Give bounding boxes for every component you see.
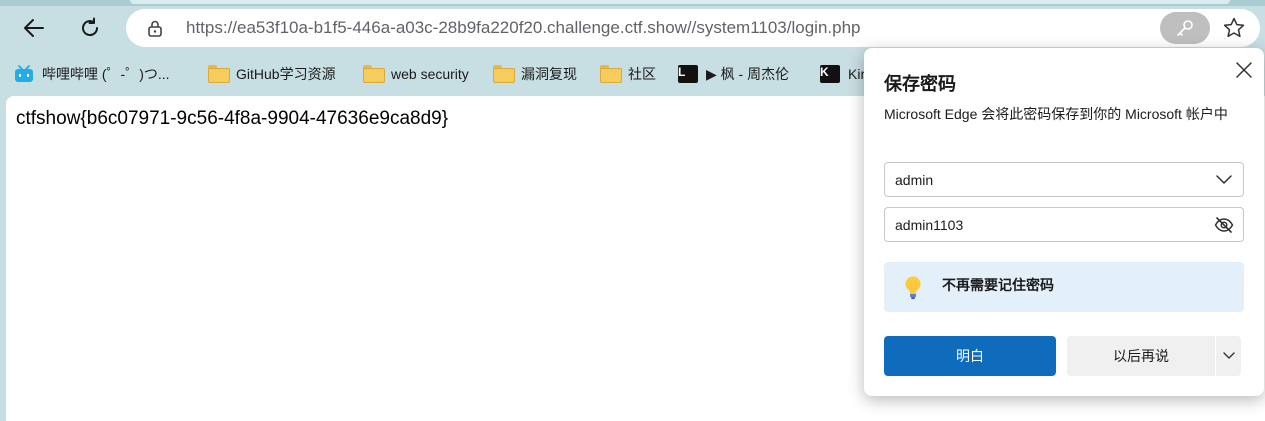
dialog-description: Microsoft Edge 会将此密码保存到你的 Microsoft 帐户中 [884,106,1228,122]
folder-icon [363,65,385,83]
more-options-button[interactable] [1216,336,1241,376]
password-key-button[interactable] [1160,12,1210,44]
address-bar[interactable]: https://ea53f10a-b1f5-446a-a03c-28b9fa22… [126,9,1260,47]
key-icon [1177,20,1193,36]
url-text[interactable]: https://ea53f10a-b1f5-446a-a03c-28b9fa22… [186,18,861,38]
bilibili-icon [15,65,33,82]
bookmark-label: Kir [848,66,866,82]
close-icon [1236,62,1252,78]
back-button[interactable] [16,10,52,46]
bookmark-song[interactable]: L ▶ 枫 - 周杰伦 [678,62,789,86]
bookmark-web-security[interactable]: web security [363,62,469,86]
chevron-down-icon[interactable] [1213,170,1235,190]
lyrics-site-icon: L [678,65,698,83]
close-button[interactable] [1232,58,1256,82]
password-field[interactable]: admin1103 [884,207,1244,242]
bookmark-label: ▶ 枫 - 周杰伦 [706,66,790,82]
bookmark-label: 漏洞复现 [521,66,577,82]
bookmark-label: 哔哩哔哩 (゜-゜)つ... [42,66,170,82]
k-site-icon: K [820,65,840,83]
refresh-icon [82,17,99,37]
username-select[interactable]: admin [884,162,1244,197]
tip-text: 不再需要记住密码 [942,277,1054,293]
bookmark-vuln-reproduction[interactable]: 漏洞复现 [493,62,577,86]
bookmark-label: GitHub学习资源 [236,66,336,82]
password-value: admin1103 [895,217,964,233]
folder-icon [600,65,622,83]
folder-icon [493,65,515,83]
refresh-button[interactable] [72,10,108,46]
bookmark-github-resources[interactable]: GitHub学习资源 [208,62,336,86]
hide-password-icon[interactable] [1213,215,1235,235]
active-tab-edge [130,0,1230,4]
username-value: admin [895,172,934,188]
bookmark-label: web security [391,66,469,82]
lock-icon[interactable] [146,19,164,37]
not-now-button[interactable]: 以后再说 [1067,336,1215,376]
dialog-title: 保存密码 [884,74,956,94]
favorite-star-icon[interactable] [1222,16,1246,40]
bookmark-label: 社区 [628,66,656,82]
lightbulb-icon [905,276,921,299]
save-password-dialog: 保存密码 Microsoft Edge 会将此密码保存到你的 Microsoft… [864,48,1264,396]
tip-banner: 不再需要记住密码 [884,262,1244,312]
arrow-left-icon [24,19,44,37]
bookmark-kir[interactable]: K Kir [820,62,865,86]
bookmark-community[interactable]: 社区 [600,62,656,86]
browser-toolbar: https://ea53f10a-b1f5-446a-a03c-28b9fa22… [0,6,1265,52]
folder-icon [208,65,230,83]
chevron-down-icon [1222,352,1235,359]
bookmark-bilibili[interactable]: 哔哩哔哩 (゜-゜)つ... [14,62,170,86]
got-it-button[interactable]: 明白 [884,336,1056,376]
flag-text: ctfshow{b6c07971-9c56-4f8a-9904-47636e9c… [16,108,449,129]
